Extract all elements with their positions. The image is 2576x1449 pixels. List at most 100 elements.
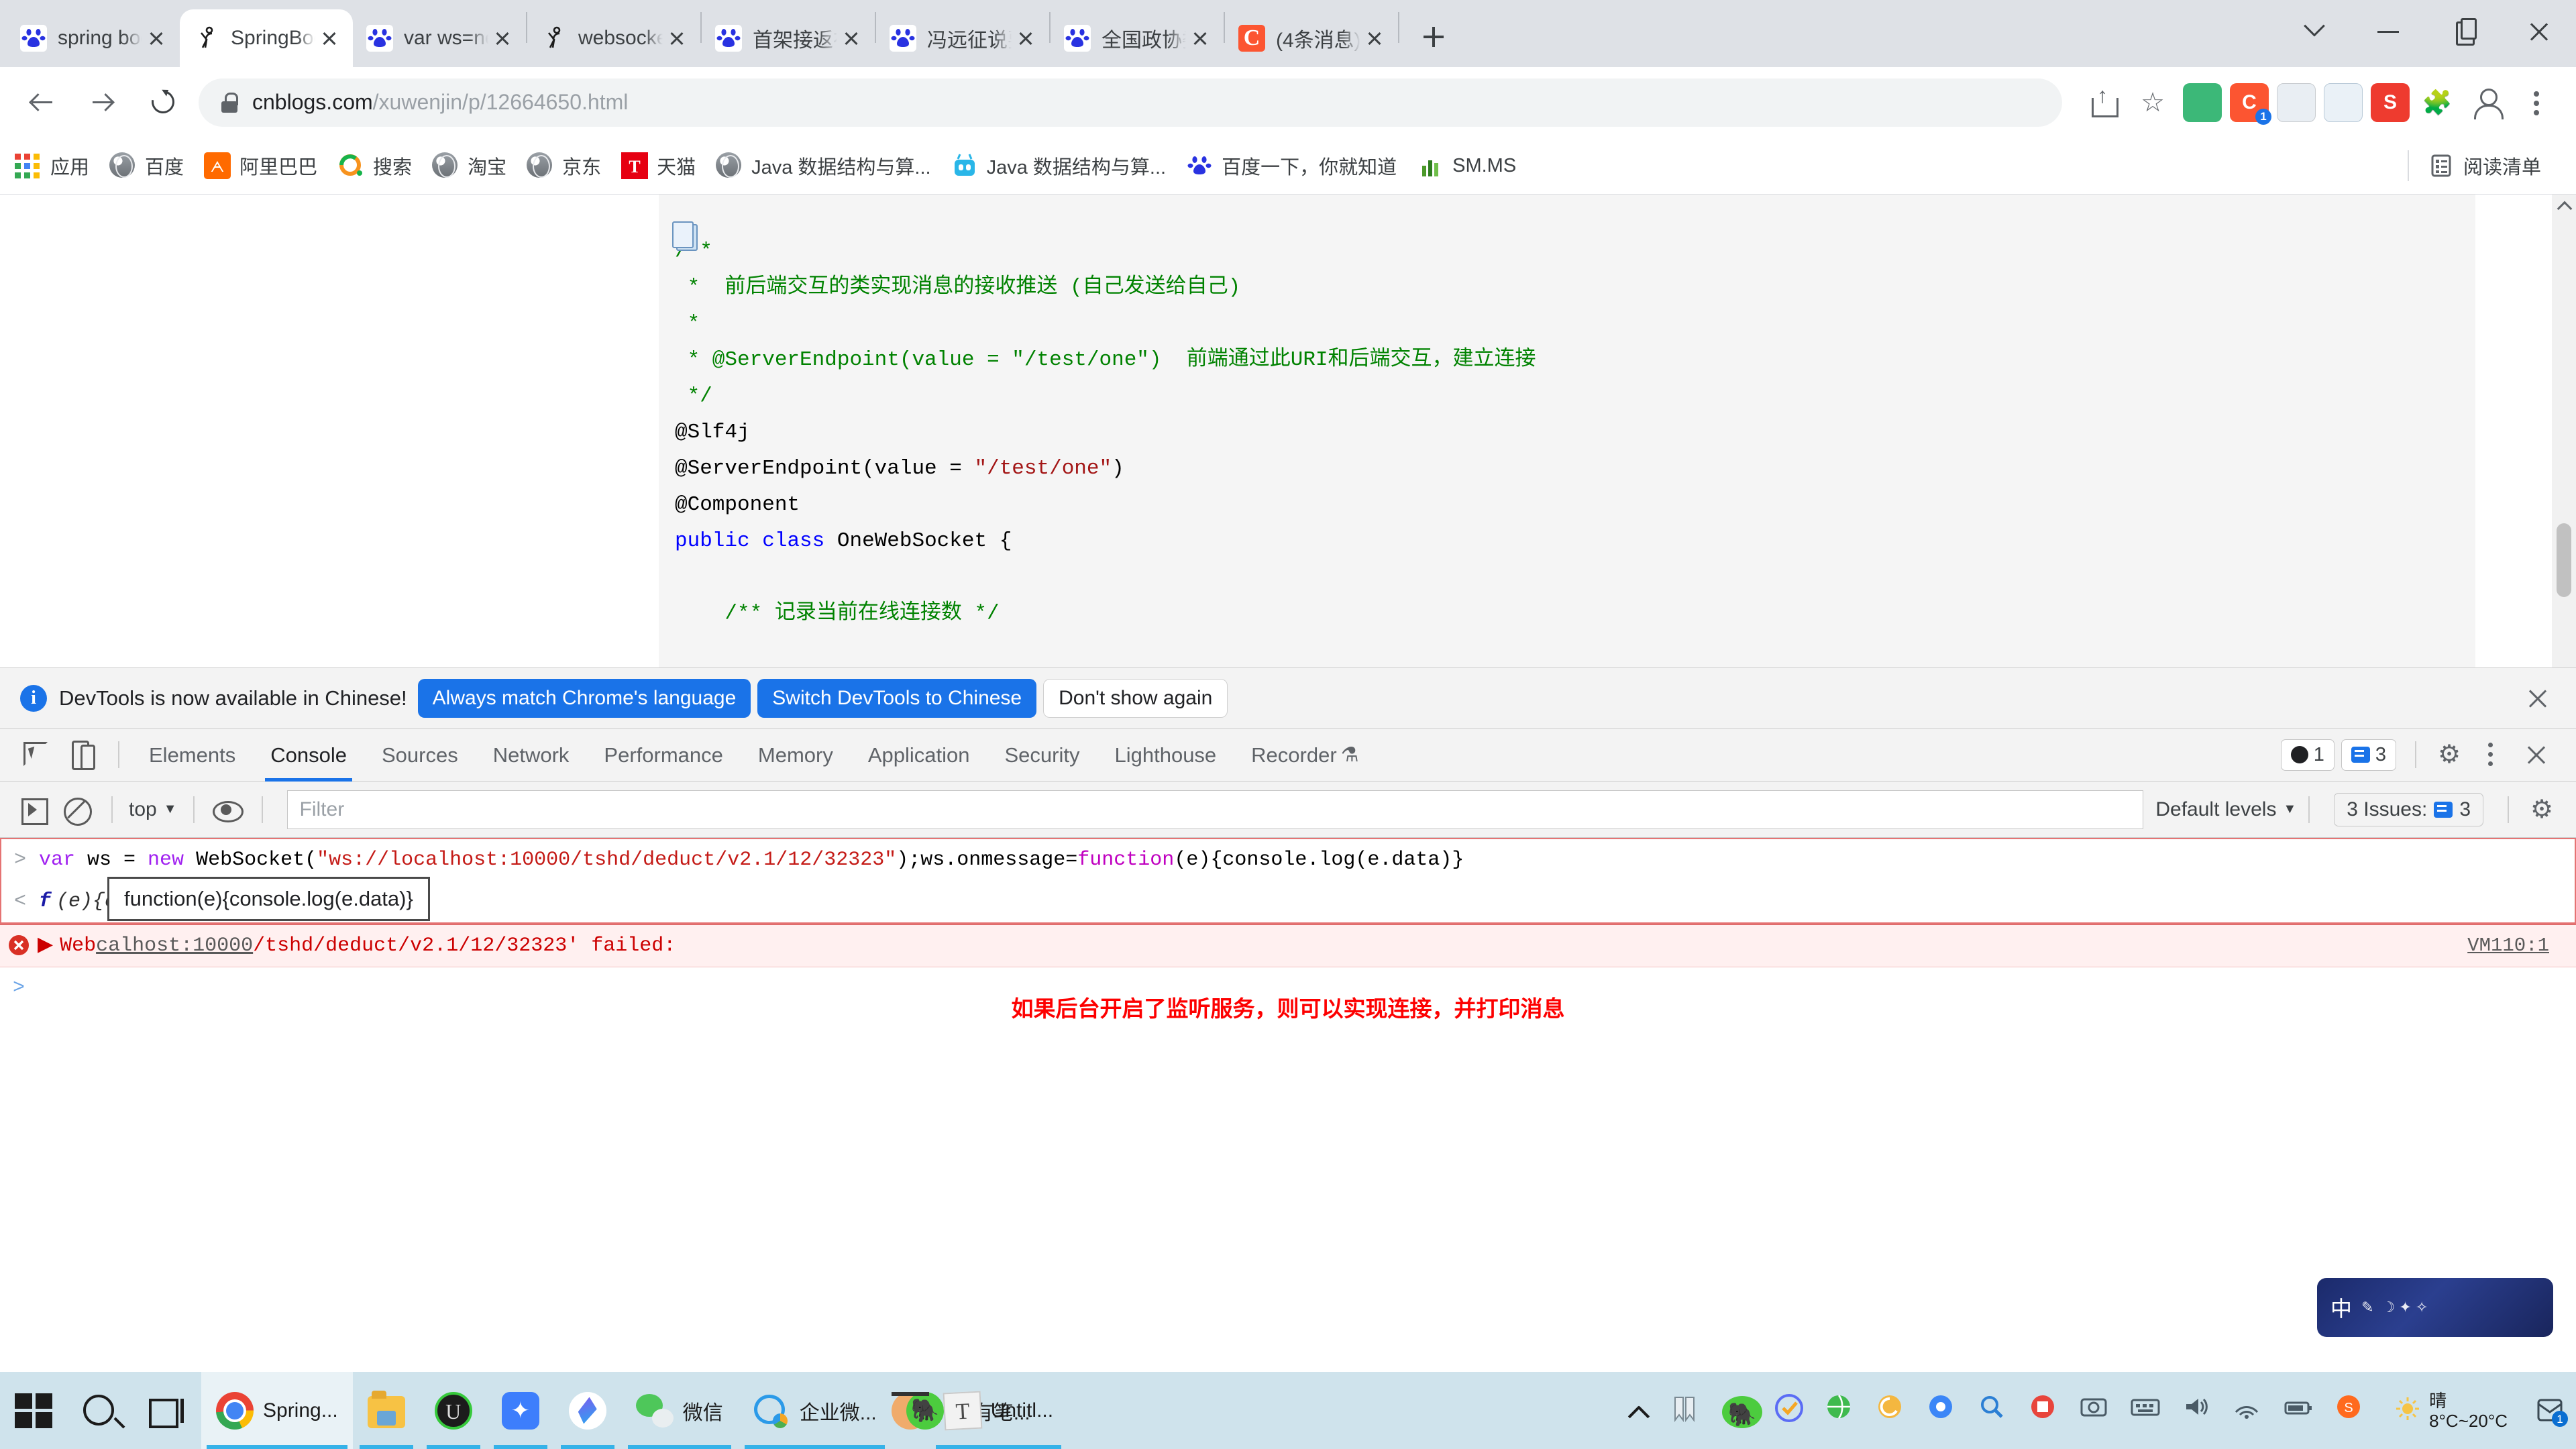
close-icon[interactable] xyxy=(2520,680,2556,716)
chevron-down-icon[interactable] xyxy=(2275,0,2351,63)
taskbar-item-wecom[interactable]: 企业微... xyxy=(738,1372,892,1449)
globe-green-icon[interactable] xyxy=(1824,1392,1864,1430)
tab-close-icon[interactable] xyxy=(663,24,691,52)
sogou-icon[interactable]: S xyxy=(2334,1392,2374,1430)
tab-recorder[interactable]: Recorder xyxy=(1234,729,1341,782)
close-icon[interactable] xyxy=(2501,0,2576,63)
tab-close-icon[interactable] xyxy=(1186,24,1214,52)
chevron-up-icon[interactable] xyxy=(1620,1392,1660,1430)
clear-console-icon[interactable] xyxy=(56,790,95,829)
tab-close-icon[interactable] xyxy=(488,24,517,52)
browser-tab[interactable]: 首架接返在 xyxy=(702,9,875,67)
task-view-button[interactable] xyxy=(134,1372,201,1449)
tab-lighthouse[interactable]: Lighthouse xyxy=(1097,729,1234,782)
tab-close-icon[interactable] xyxy=(142,24,170,52)
bookmark-item[interactable]: 京东 xyxy=(527,152,601,180)
camera-icon[interactable] xyxy=(2079,1392,2119,1430)
tab-sources[interactable]: Sources xyxy=(364,729,476,782)
back-button[interactable] xyxy=(17,78,66,127)
console-input-line[interactable]: > var ws = new WebSocket("ws://localhost… xyxy=(1,839,2575,881)
scrollbar-thumb[interactable] xyxy=(2557,523,2571,597)
tab-console[interactable]: Console xyxy=(253,729,364,782)
battery-icon[interactable] xyxy=(2283,1392,2323,1430)
tab-close-icon[interactable] xyxy=(1012,24,1040,52)
tab-close-icon[interactable] xyxy=(1360,24,1389,52)
browser-tab[interactable]: 冯远征说要 xyxy=(876,9,1049,67)
browser-tab[interactable]: websocket xyxy=(527,9,700,67)
scroll-up-icon[interactable] xyxy=(2552,195,2576,219)
start-button[interactable] xyxy=(0,1372,67,1449)
ime-mode-label[interactable]: 中 xyxy=(2330,1292,2352,1323)
ime-extras-icon[interactable]: ☽ ✦ ✧ xyxy=(2381,1299,2428,1316)
always-match-language-button[interactable]: Always match Chrome's language xyxy=(417,678,751,718)
live-expression-icon[interactable] xyxy=(207,790,246,829)
filter-input[interactable]: Filter xyxy=(286,790,2144,829)
sidebar-toggle-icon[interactable] xyxy=(13,790,52,829)
browser-tab[interactable]: spring boo xyxy=(7,9,180,67)
tab-network[interactable]: Network xyxy=(476,729,587,782)
taskbar-item-wechat[interactable]: 微信 xyxy=(621,1372,738,1449)
check-circle-icon[interactable] xyxy=(1773,1392,1813,1430)
kebab-icon[interactable] xyxy=(2470,734,2512,775)
ime-pen-icon[interactable]: ✎ xyxy=(2361,1299,2373,1316)
notification-bell-icon[interactable]: 1 xyxy=(2532,1392,2569,1430)
reload-button[interactable] xyxy=(138,78,186,127)
address-bar[interactable]: cnblogs.com/xuwenjin/p/12664650.html xyxy=(199,78,2062,127)
profile-icon[interactable] xyxy=(2465,80,2509,125)
tab-close-icon[interactable] xyxy=(837,24,865,52)
browser-tab[interactable]: C (4条消息) 关 xyxy=(1225,9,1398,67)
share-icon[interactable] xyxy=(2081,80,2125,125)
taskbar-item-chrome[interactable]: Spring... xyxy=(201,1372,353,1449)
bookmark-icon[interactable] xyxy=(1671,1392,1711,1430)
tab-performance[interactable]: Performance xyxy=(586,729,740,782)
warning-count-badge[interactable]: 3 xyxy=(2341,739,2396,771)
forward-button[interactable] xyxy=(78,78,126,127)
menu-kebab-icon[interactable] xyxy=(2514,80,2559,125)
reading-list-button[interactable]: 阅读清单 xyxy=(2428,152,2541,180)
tab-memory[interactable]: Memory xyxy=(741,729,851,782)
error-url-link[interactable]: calhost:10000 xyxy=(96,929,253,963)
tab-close-icon[interactable] xyxy=(315,24,343,52)
keyboard-icon[interactable] xyxy=(2130,1392,2170,1430)
ime-floating-bar[interactable]: 中 ✎ ☽ ✦ ✧ xyxy=(2317,1278,2553,1337)
bookmark-item[interactable]: 百度一下，你就知道 xyxy=(1186,152,1397,180)
minimize-icon[interactable] xyxy=(2351,0,2426,63)
browser-tab[interactable]: 全国政协委 xyxy=(1051,9,1224,67)
expand-arrow-icon[interactable]: ▶ xyxy=(38,929,53,963)
tab-application[interactable]: Application xyxy=(851,729,987,782)
puzzle-icon[interactable]: 🧩 xyxy=(2415,80,2459,125)
gear-icon[interactable]: ⚙ xyxy=(2521,789,2563,830)
browser-tab-active[interactable]: SpringBoot xyxy=(180,9,353,67)
extension-csdn-icon[interactable]: C1 xyxy=(2230,83,2271,125)
bookmark-item[interactable]: Java 数据结构与算... xyxy=(951,152,1166,180)
bookmark-apps[interactable]: 应用 xyxy=(15,152,89,180)
bookmark-item[interactable]: SM.MS xyxy=(1417,152,1516,179)
bookmark-item[interactable]: ᗅ 阿里巴巴 xyxy=(204,152,317,180)
restore-icon[interactable] xyxy=(2426,0,2501,63)
taskbar-item-evernote[interactable]: 所有笔... xyxy=(891,1391,1030,1430)
evernote-tray-icon[interactable] xyxy=(1722,1395,1763,1428)
extension-globe-icon[interactable] xyxy=(2324,83,2363,122)
taskbar-item-file-explorer[interactable] xyxy=(353,1372,420,1449)
device-toolbar-icon[interactable] xyxy=(60,734,102,775)
weather-widget[interactable]: 晴 8°C~20°C xyxy=(2394,1391,2508,1431)
volume-icon[interactable] xyxy=(2181,1392,2221,1430)
tab-security[interactable]: Security xyxy=(987,729,1097,782)
close-icon[interactable] xyxy=(2516,734,2557,775)
extension-s-icon[interactable]: S xyxy=(2371,83,2410,122)
bookmark-star-icon[interactable]: ☆ xyxy=(2131,80,2175,125)
log-levels-selector[interactable]: Default levels ▼ xyxy=(2155,798,2296,821)
error-count-badge[interactable]: 1 xyxy=(2280,739,2334,771)
taskbar-item-blue-bird[interactable] xyxy=(487,1372,554,1449)
record-stop-icon[interactable] xyxy=(2028,1392,2068,1430)
extension-note-icon[interactable] xyxy=(2277,83,2316,122)
blue-ball-icon[interactable] xyxy=(1926,1392,1966,1430)
search-button[interactable] xyxy=(67,1372,134,1449)
network-icon[interactable] xyxy=(2232,1392,2272,1430)
issues-button[interactable]: 3 Issues: 3 xyxy=(2334,792,2483,826)
taskbar-item-u-app[interactable]: U xyxy=(420,1372,487,1449)
inspect-element-icon[interactable] xyxy=(15,734,56,775)
error-source-link[interactable]: VM110:1 xyxy=(2467,929,2576,963)
extension-green-icon[interactable] xyxy=(2183,83,2222,122)
bookmark-item[interactable]: 淘宝 xyxy=(432,152,506,180)
